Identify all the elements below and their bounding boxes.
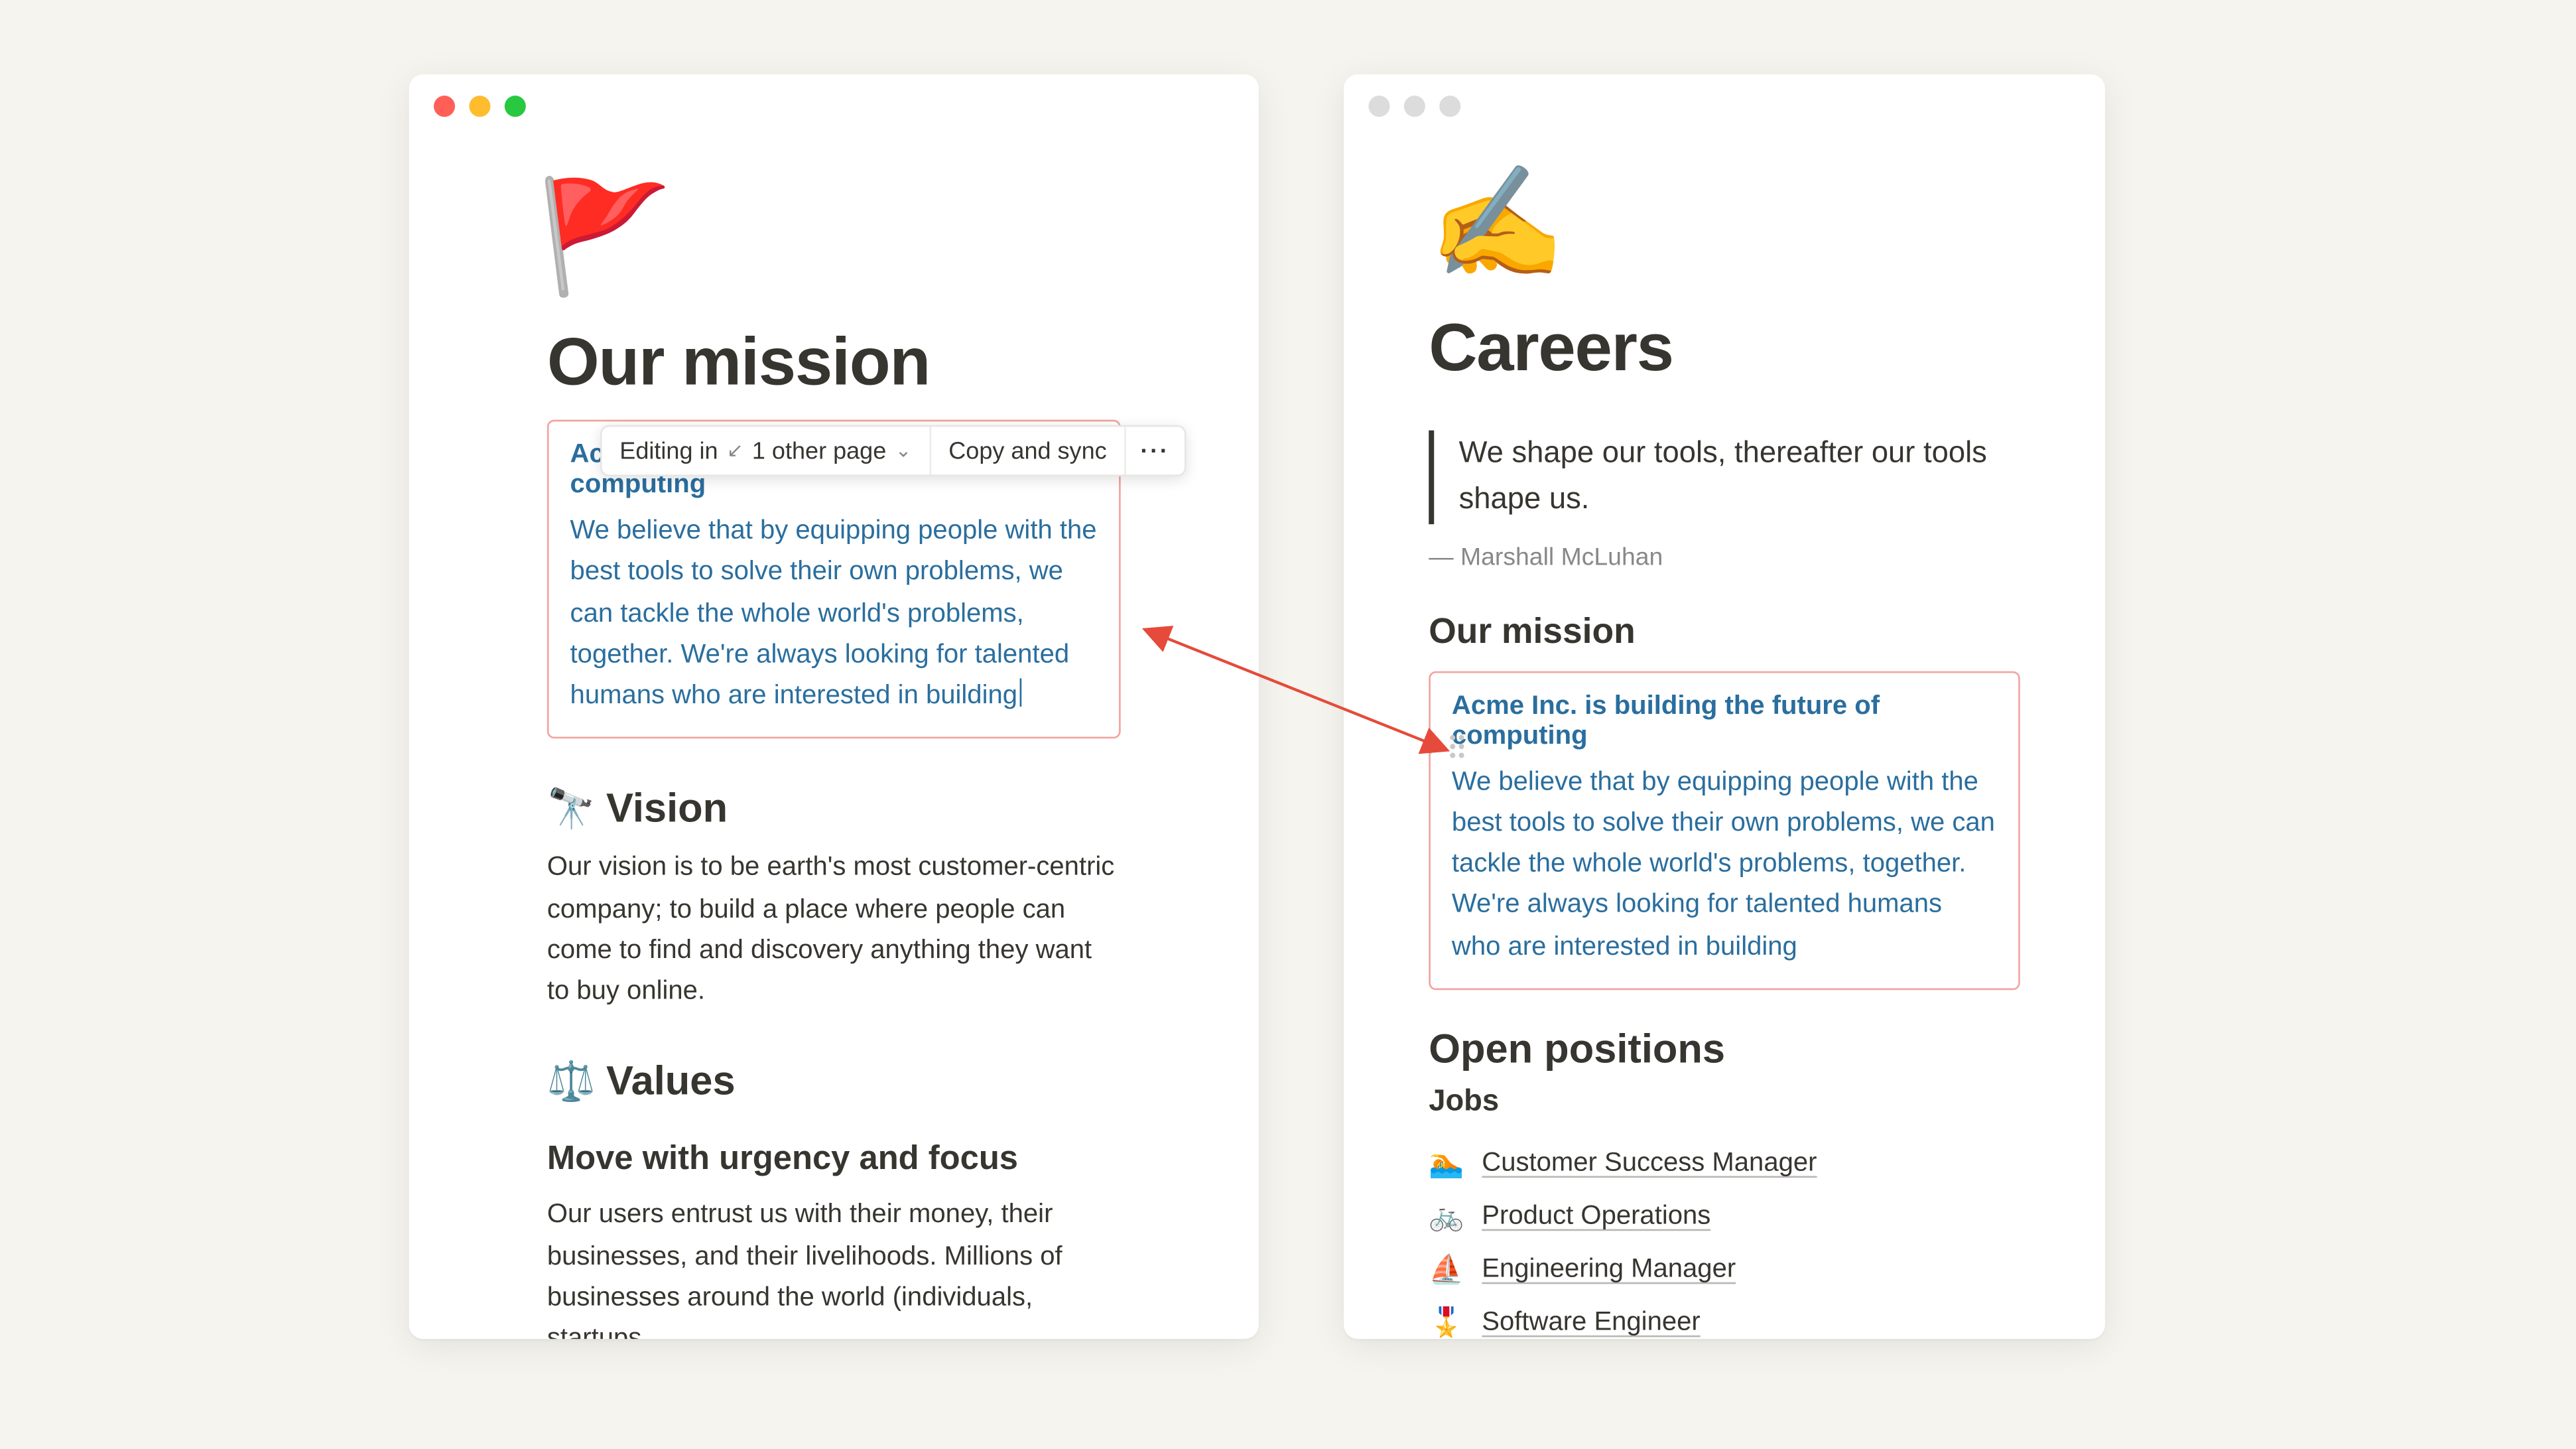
values-body[interactable]: Our users entrust us with their money, t… — [547, 1194, 1121, 1339]
job-link[interactable]: Customer Success Manager — [1482, 1148, 1817, 1178]
quote-block[interactable]: We shape our tools, thereafter our tools… — [1429, 431, 2020, 524]
zoom-icon[interactable] — [1439, 96, 1460, 117]
minimize-icon[interactable] — [1404, 96, 1425, 117]
copy-and-sync-button[interactable]: Copy and sync — [931, 427, 1126, 474]
job-icon: 🚲 — [1429, 1199, 1464, 1234]
section-values-label: Values — [606, 1058, 736, 1105]
synced-block-toolbar: Editing in ↙ 1 other page ⌄ Copy and syn… — [600, 425, 1186, 476]
telescope-icon: 🔭 — [547, 790, 596, 829]
quote-text: We shape our tools, thereafter our tools… — [1459, 431, 2020, 524]
synced-body[interactable]: We believe that by equipping people with… — [1452, 761, 1997, 967]
sync-arrow-annotation — [0, 0, 2576, 1449]
add-block-icon[interactable]: + — [1422, 731, 1440, 761]
editing-in-prefix: Editing in — [619, 437, 718, 464]
job-icon: 🏊 — [1429, 1146, 1464, 1181]
jobs-list: 🏊 Customer Success Manager 🚲 Product Ope… — [1429, 1137, 2020, 1339]
more-button[interactable]: ··· — [1126, 427, 1184, 474]
editing-in-button[interactable]: Editing in ↙ 1 other page ⌄ — [602, 427, 931, 474]
page-icon-flag[interactable]: 🚩 — [537, 184, 1121, 295]
arrow-bottom-left-icon: ↙ — [727, 439, 743, 462]
quote-attribution: — Marshall McLuhan — [1429, 541, 2020, 570]
synced-block[interactable]: Acme Inc. is building the future of comp… — [1429, 671, 2020, 990]
list-item[interactable]: 🎖️ Software Engineer — [1429, 1296, 2020, 1339]
section-open-positions[interactable]: Open positions — [1429, 1025, 2020, 1073]
synced-heading[interactable]: Acme Inc. is building the future of comp… — [1452, 690, 1997, 750]
window-careers: ✍️ Careers We shape our tools, thereafte… — [1344, 74, 2105, 1339]
page-title[interactable]: Careers — [1429, 312, 2020, 388]
section-our-mission[interactable]: Our mission — [1429, 612, 2020, 653]
window-controls — [409, 74, 1259, 127]
synced-body[interactable]: We believe that by equipping people with… — [570, 510, 1098, 716]
section-values[interactable]: ⚖️ Values — [547, 1058, 1121, 1105]
scales-icon: ⚖️ — [547, 1062, 596, 1101]
page-icon-writing[interactable]: ✍️ — [1429, 170, 2020, 280]
drag-handle-icon[interactable] — [1450, 735, 1464, 758]
section-vision[interactable]: 🔭 Vision — [547, 785, 1121, 833]
close-icon[interactable] — [1368, 96, 1389, 117]
open-positions-label: Open positions — [1429, 1025, 1725, 1073]
job-link[interactable]: Software Engineer — [1482, 1308, 1700, 1338]
job-link[interactable]: Engineering Manager — [1482, 1255, 1736, 1284]
window-mission: 🚩 Our mission Acme Inc. is building the … — [409, 74, 1259, 1339]
job-link[interactable]: Product Operations — [1482, 1202, 1710, 1231]
text-cursor — [1019, 678, 1021, 707]
list-item[interactable]: 🚲 Product Operations — [1429, 1190, 2020, 1243]
job-icon: ⛵ — [1429, 1252, 1464, 1287]
page-title[interactable]: Our mission — [547, 326, 1121, 402]
jobs-heading[interactable]: Jobs — [1429, 1084, 2020, 1119]
close-icon[interactable] — [434, 96, 455, 117]
window-controls — [1344, 74, 2105, 127]
minimize-icon[interactable] — [469, 96, 490, 117]
vision-body[interactable]: Our vision is to be earth's most custome… — [547, 847, 1121, 1012]
editing-in-count: 1 other page — [752, 437, 886, 464]
chevron-down-icon: ⌄ — [895, 439, 912, 462]
zoom-icon[interactable] — [505, 96, 526, 117]
list-item[interactable]: ⛵ Engineering Manager — [1429, 1243, 2020, 1296]
job-icon: 🎖️ — [1429, 1305, 1464, 1339]
section-vision-label: Vision — [606, 785, 728, 833]
block-handle: + — [1422, 731, 1464, 761]
values-subheading[interactable]: Move with urgency and focus — [547, 1141, 1121, 1180]
list-item[interactable]: 🏊 Customer Success Manager — [1429, 1137, 2020, 1190]
